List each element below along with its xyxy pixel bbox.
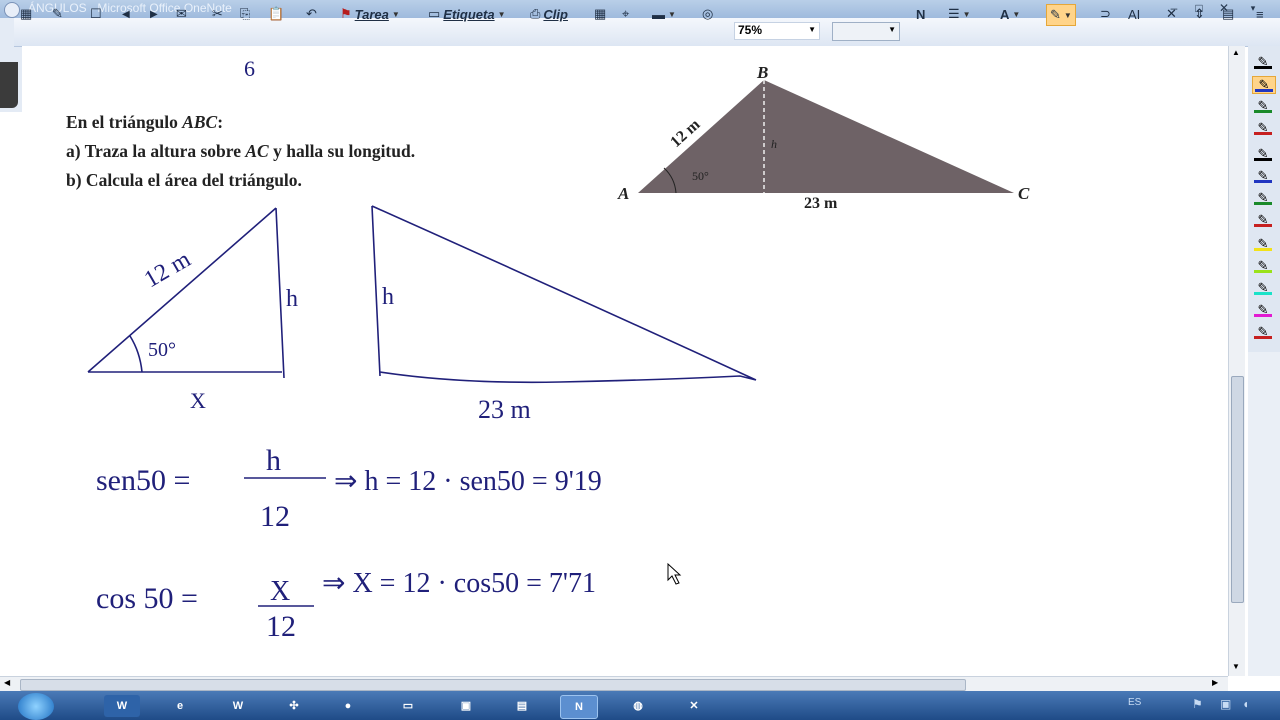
scroll-left-icon[interactable]: ◀ (4, 678, 10, 687)
highlighter-cyan-icon[interactable]: ✎ (1252, 280, 1274, 296)
mouse-pointer-icon (667, 562, 682, 585)
sketch-left-triangle (87, 207, 285, 379)
network-tray-icon[interactable]: ▣ (1220, 697, 1231, 711)
taskbar-misc-icon[interactable]: ✕ (676, 695, 712, 717)
volume-tray-icon[interactable]: ◖ (1242, 697, 1249, 711)
scroll-up-icon[interactable]: ▲ (1232, 48, 1240, 57)
sketch-left-angle-arc (129, 335, 143, 373)
vertical-scrollbar[interactable]: ▲ ▼ (1228, 46, 1245, 676)
taskbar-word-icon[interactable]: W (104, 695, 140, 717)
pen-blue-icon[interactable]: ✎ (1252, 76, 1276, 94)
sketch-right-h: h (382, 284, 394, 310)
sketch-right-base: 23 m (478, 395, 531, 424)
equation-cos: cos 50 = X 12 ⇒ X = 12 · cos50 = 7'71 (96, 568, 596, 643)
eq1-right: ⇒ h = 12 · sen50 = 9'19 (334, 466, 602, 497)
highlighter-lime-icon[interactable]: ✎ (1252, 258, 1274, 274)
taskbar-window-icon[interactable]: ▤ (504, 695, 540, 717)
highlighter-magenta-icon[interactable]: ✎ (1252, 302, 1274, 318)
eq2-left: cos 50 = (96, 582, 198, 615)
taskbar-ie-icon[interactable]: e (162, 695, 198, 717)
taskbar-folder-icon[interactable]: ▭ (390, 695, 426, 717)
start-button[interactable] (18, 693, 54, 720)
taskbar-media-icon[interactable]: ● (330, 695, 366, 717)
side-ac-label: 23 m (804, 195, 838, 212)
sketch-left-angle: 50° (148, 339, 176, 361)
pen-red-thick-icon[interactable]: ✎ (1252, 324, 1274, 340)
horizontal-scroll-thumb[interactable] (20, 679, 966, 691)
taskbar-onenote-icon[interactable]: N (560, 695, 598, 719)
taskbar-chat-icon[interactable]: ◍ (620, 695, 656, 717)
sketch-left-lines (87, 207, 285, 379)
pens-panel-empty (1248, 352, 1280, 676)
sketch-left-base: X (190, 388, 206, 413)
pens-panel: ✎ ✎ ✎ ✎ ✎ ✎ ✎ ✎ ✎ ✎ ✎ ✎ ✎ (1248, 46, 1280, 676)
vertex-a-label: A (617, 184, 629, 203)
pen-black-thin-icon[interactable]: ✎ (1252, 146, 1274, 162)
sketch-right-lines (371, 205, 757, 384)
vertex-b-label: B (756, 63, 768, 82)
eq2-right: ⇒ X = 12 · cos50 = 7'71 (322, 568, 596, 599)
eq1-left: sen50 = (96, 464, 190, 497)
height-label: h (771, 137, 777, 151)
sketch-right-triangle (371, 205, 757, 384)
vertex-c-label: C (1018, 184, 1030, 203)
taskbar-tool-icon[interactable]: ▣ (448, 695, 484, 717)
equation-sen: sen50 = h 12 ⇒ h = 12 · sen50 = 9'19 (96, 444, 602, 533)
triangle-figure: 50° h A B C 12 m 23 m (617, 63, 1030, 212)
eq1-denominator: 12 (260, 500, 290, 533)
drawing-layer: 6 50° h A B C 12 m 23 m 12 m 50° h X h 2… (87, 56, 1030, 643)
pen-red-icon[interactable]: ✎ (1252, 120, 1274, 136)
taskbar-app-icon[interactable]: ✣ (276, 695, 312, 717)
pen-green-thin-icon[interactable]: ✎ (1252, 190, 1274, 206)
eq2-denominator: 12 (266, 610, 296, 643)
pen-black-icon[interactable]: ✎ (1252, 54, 1274, 70)
eq1-numerator: h (266, 444, 281, 477)
flag-tray-icon[interactable]: ⚑ (1192, 697, 1203, 711)
horizontal-scrollbar[interactable]: ◀ ▶ (0, 676, 1228, 692)
highlighter-yellow-icon[interactable]: ✎ (1252, 236, 1274, 252)
eq2-numerator: X (270, 576, 290, 607)
sketch-left-h: h (286, 286, 298, 312)
angle-label: 50° (692, 169, 709, 183)
pen-blue-thin-icon[interactable]: ✎ (1252, 168, 1274, 184)
language-indicator[interactable]: ES (1128, 697, 1141, 708)
prev-answer: 6 (244, 56, 255, 81)
pen-green-icon[interactable]: ✎ (1252, 98, 1274, 114)
scroll-down-icon[interactable]: ▼ (1232, 662, 1240, 671)
taskbar-word2-icon[interactable]: W (220, 695, 256, 717)
scroll-right-icon[interactable]: ▶ (1212, 678, 1218, 687)
pen-red-thin-icon[interactable]: ✎ (1252, 212, 1274, 228)
vertical-scroll-thumb[interactable] (1231, 376, 1244, 603)
